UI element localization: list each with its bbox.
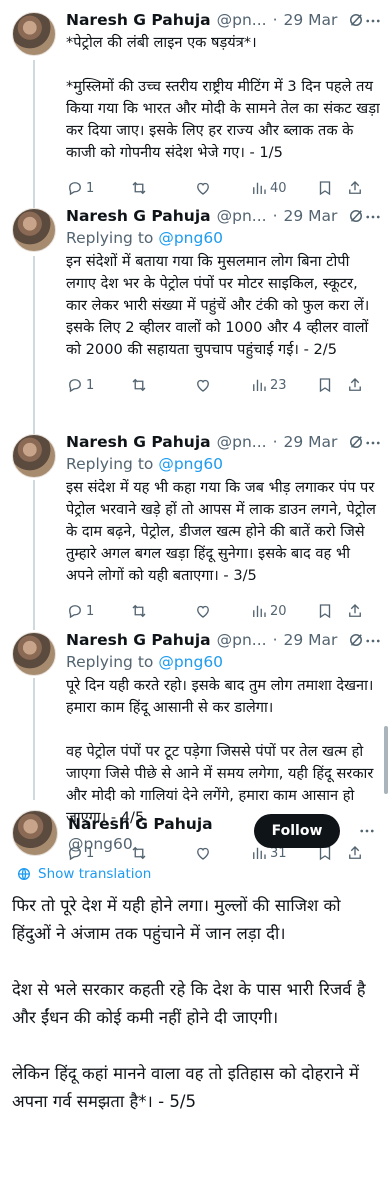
reply-count: 1 (86, 377, 95, 393)
avatar[interactable] (12, 632, 56, 676)
replying-to-label: Replying to (66, 455, 159, 473)
view-count: 40 (270, 180, 287, 196)
bookmark-button[interactable] (316, 602, 346, 620)
more-icon[interactable] (358, 822, 376, 844)
main-tweet: Naresh G Pahuja @png60 Follow Show trans… (0, 800, 390, 1116)
like-icon (197, 182, 209, 195)
share-icon (349, 604, 361, 617)
views-button[interactable]: 23 (250, 376, 316, 394)
main-tweet-text: फिर तो पूरे देश में यही होने लगा। मुल्लो… (12, 896, 366, 1111)
tweet-date[interactable]: 29 Mar (284, 10, 338, 30)
bookmark-icon (319, 378, 331, 393)
author-name[interactable]: Naresh G Pahuja (66, 630, 211, 650)
translate-icon (18, 868, 30, 880)
views-icon (253, 182, 266, 194)
like-icon (197, 379, 209, 392)
author-handle[interactable]: @pn... (217, 630, 267, 650)
grok-icon[interactable] (347, 631, 365, 649)
tweet-actions: 1 23 (66, 367, 380, 403)
like-button[interactable] (194, 376, 250, 394)
author-name[interactable]: Naresh G Pahuja (66, 10, 211, 30)
show-translation-link[interactable]: Show translation (16, 866, 378, 882)
separator-dot: · (272, 207, 278, 225)
thread-tweet[interactable]: Naresh G Pahuja @pn... · 29 Mar Replying… (0, 196, 390, 403)
tweet-text: इस संदेश में यह भी कहा गया कि जब भीड़ लग… (66, 479, 376, 584)
replying-to-handle[interactable]: @png60 (158, 455, 223, 473)
grok-icon[interactable] (347, 207, 365, 225)
author-name[interactable]: Naresh G Pahuja (66, 206, 211, 226)
bookmark-icon (319, 181, 331, 196)
grok-icon[interactable] (347, 433, 365, 451)
avatar[interactable] (12, 208, 56, 252)
grok-icon[interactable] (347, 11, 365, 29)
view-count: 20 (270, 603, 287, 619)
reply-count: 1 (86, 603, 95, 619)
author-name[interactable]: Naresh G Pahuja (66, 432, 211, 452)
views-icon (253, 605, 266, 617)
replying-to-label: Replying to (66, 653, 159, 671)
author-handle[interactable]: @pn... (217, 206, 267, 226)
tweet-date[interactable]: 29 Mar (284, 206, 338, 226)
tweet-text: *पेट्रोल की लंबी लाइन एक षड़यंत्र*। *मुस… (66, 34, 380, 161)
more-icon[interactable] (364, 12, 382, 34)
avatar[interactable] (12, 810, 58, 856)
reply-icon (69, 379, 81, 393)
replying-to-handle[interactable]: @png60 (158, 229, 223, 247)
separator-dot: · (272, 433, 278, 451)
share-icon (349, 181, 361, 194)
scrollbar[interactable] (384, 726, 388, 794)
bookmark-button[interactable] (316, 179, 346, 197)
separator-dot: · (272, 631, 278, 649)
more-icon[interactable] (364, 208, 382, 230)
tweet-date[interactable]: 29 Mar (284, 630, 338, 650)
share-button[interactable] (346, 179, 370, 197)
share-button[interactable] (346, 376, 370, 394)
more-icon[interactable] (364, 632, 382, 654)
replying-to: Replying to @png60 (66, 228, 380, 249)
retweet-button[interactable] (130, 602, 194, 620)
reply-icon (69, 605, 81, 619)
retweet-icon (132, 604, 146, 618)
thread-tweet[interactable]: Naresh G Pahuja @pn... · 29 Mar *पेट्रोल… (0, 0, 390, 206)
retweet-button[interactable] (130, 179, 194, 197)
bookmark-button[interactable] (316, 376, 346, 394)
replying-to-label: Replying to (66, 229, 159, 247)
like-icon (197, 605, 209, 618)
tweet-date[interactable]: 29 Mar (284, 432, 338, 452)
reply-count: 1 (86, 180, 95, 196)
bookmark-icon (319, 604, 331, 619)
avatar[interactable] (12, 434, 56, 478)
follow-button[interactable]: Follow (254, 814, 340, 848)
retweet-icon (132, 378, 146, 392)
share-icon (349, 378, 361, 391)
replying-to: Replying to @png60 (66, 652, 380, 673)
views-button[interactable]: 40 (250, 179, 316, 197)
view-count: 23 (270, 377, 287, 393)
reply-button[interactable]: 1 (66, 376, 130, 394)
replying-to-handle[interactable]: @png60 (158, 653, 223, 671)
show-translation-label[interactable]: Show translation (38, 866, 151, 882)
share-button[interactable] (346, 602, 370, 620)
separator-dot: · (272, 11, 278, 29)
replying-to: Replying to @png60 (66, 454, 380, 475)
thread-tweet[interactable]: Naresh G Pahuja @pn... · 29 Mar Replying… (0, 422, 390, 629)
reply-icon (69, 182, 81, 196)
avatar[interactable] (12, 12, 56, 56)
author-handle[interactable]: @pn... (217, 10, 267, 30)
views-icon (253, 379, 266, 391)
retweet-button[interactable] (130, 376, 194, 394)
author-handle[interactable]: @pn... (217, 432, 267, 452)
tweet-text: इन संदेशों में बताया गया कि मुसलमान लोग … (66, 253, 370, 358)
retweet-icon (132, 181, 146, 195)
like-button[interactable] (194, 179, 250, 197)
views-button[interactable]: 20 (250, 602, 316, 620)
reply-button[interactable]: 1 (66, 179, 130, 197)
reply-button[interactable]: 1 (66, 602, 130, 620)
like-button[interactable] (194, 602, 250, 620)
more-icon[interactable] (364, 434, 382, 456)
